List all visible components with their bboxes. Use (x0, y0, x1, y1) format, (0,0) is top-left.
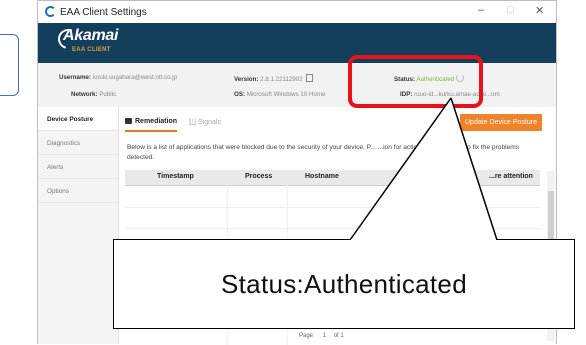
title-bar: EAA Client Settings – □ ✕ (38, 1, 556, 23)
username-value: kouki.sugahara@west.ntt.co.jp (92, 74, 178, 81)
table-pager: Page 1 of 1 (299, 333, 344, 339)
column-header-attention[interactable]: ...re attention (489, 173, 533, 180)
table-row (125, 208, 540, 229)
tab-remediation-label: Remediation (135, 118, 178, 125)
network-value: Public (99, 91, 117, 98)
close-button[interactable]: ✕ (535, 4, 544, 17)
minimize-button[interactable]: – (478, 4, 484, 16)
tab-signals[interactable]: Signals (189, 118, 221, 126)
callout-pointer-joint (351, 239, 496, 241)
tab-remediation[interactable]: Remediation (125, 118, 177, 125)
column-header-hostname[interactable]: Hostname (305, 173, 339, 180)
version-row: Version: 2.8.1.22112902 (234, 74, 314, 83)
network-row: Network: Public (71, 91, 116, 98)
table-header: Timestamp Process Hostname ...re attenti… (125, 170, 540, 186)
maximize-button[interactable]: □ (507, 4, 514, 16)
username-label: Username: (59, 74, 91, 81)
os-row: OS: Microsoft Windows 10 Home (234, 91, 326, 98)
network-label: Network: (71, 91, 98, 98)
sidebar-item-diagnostics[interactable]: Diagnostics (38, 131, 118, 155)
partial-frame-left (0, 34, 19, 96)
column-header-timestamp[interactable]: Timestamp (157, 173, 194, 180)
sidebar-item-device-posture[interactable]: Device Posture (38, 107, 118, 131)
active-tab-indicator (125, 130, 177, 132)
sidebar: Device Posture Diagnostics Alerts Option… (38, 107, 119, 344)
sidebar-item-options[interactable]: Options (38, 179, 118, 203)
os-value: Microsoft Windows 10 Home (246, 91, 326, 98)
briefcase-icon (125, 118, 132, 124)
callout-text: Status:Authenticated (221, 268, 467, 299)
remediation-description: Below is a list of applications that wer… (127, 144, 520, 161)
update-device-posture-button[interactable]: Update Device Posture (460, 114, 542, 131)
status-highlight-box (348, 55, 483, 108)
version-value: 2.8.1.22112902 (260, 76, 303, 83)
signal-bars-icon (189, 118, 196, 125)
callout-box: Status:Authenticated (113, 239, 575, 329)
akamai-logo: Akamai (63, 27, 119, 44)
table-row (125, 187, 540, 208)
os-label: OS: (234, 91, 246, 98)
pager-label: Page (299, 333, 314, 339)
logo-subtitle: EAA CLIENT (72, 47, 111, 53)
version-label: Version: (234, 76, 259, 83)
column-header-process[interactable]: Process (245, 173, 272, 180)
app-icon (45, 6, 56, 17)
copy-icon[interactable] (306, 74, 314, 82)
pager-current-page[interactable]: 1 (323, 333, 326, 339)
username-row: Username: kouki.sugahara@west.ntt.co.jp (59, 74, 177, 81)
sidebar-item-alerts[interactable]: Alerts (38, 155, 118, 179)
pager-total: of 1 (333, 333, 344, 339)
tab-signals-label: Signals (198, 119, 221, 126)
window-title: EAA Client Settings (60, 7, 147, 18)
